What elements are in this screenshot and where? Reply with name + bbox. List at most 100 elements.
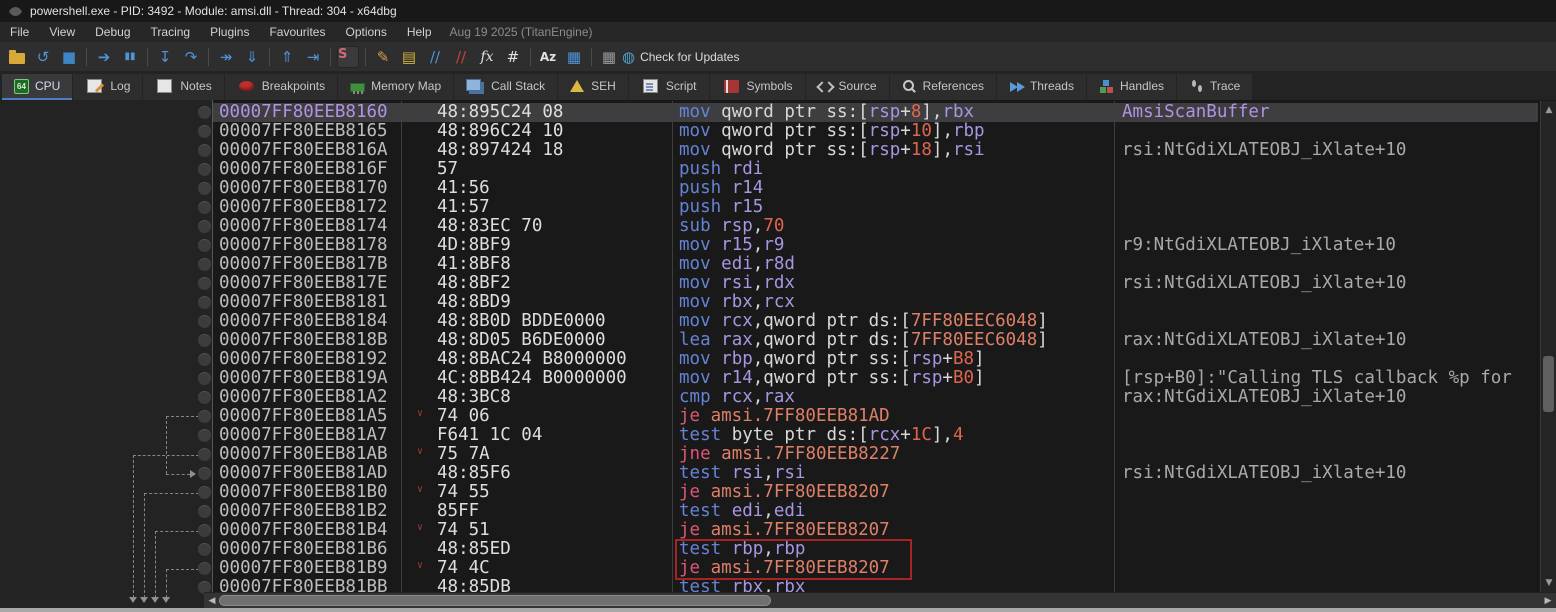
- disasm-row[interactable]: 00007FF80EEB81AD48:85F6test rsi,rsirsi:N…: [213, 464, 1538, 483]
- tab-symbols[interactable]: Symbols: [710, 74, 805, 100]
- tab-handles[interactable]: Handles: [1087, 74, 1176, 100]
- animate-stepping-button[interactable]: S: [335, 45, 361, 69]
- disasm-row[interactable]: 00007FF80EEB816048:895C24 08mov qword pt…: [213, 103, 1538, 122]
- breakpoint-dot[interactable]: [198, 391, 211, 404]
- vertical-scrollbar-thumb[interactable]: [1543, 356, 1554, 412]
- breakpoint-dot[interactable]: [198, 220, 211, 233]
- disasm-row[interactable]: 00007FF80EEB817241:57push r15: [213, 198, 1538, 217]
- tab-breakpoints[interactable]: Breakpoints: [225, 74, 337, 100]
- font-az-button[interactable]: Az: [535, 45, 561, 69]
- breakpoint-dot[interactable]: [198, 543, 211, 556]
- breakpoint-dot[interactable]: [198, 505, 211, 518]
- run-to-user-code-button[interactable]: ⇓: [239, 45, 265, 69]
- breakpoint-dot[interactable]: [198, 144, 211, 157]
- scroll-right-icon[interactable]: ▶: [1541, 593, 1555, 609]
- menu-item-options[interactable]: Options: [335, 22, 396, 42]
- calculator-gray-button[interactable]: ▦: [596, 45, 622, 69]
- column-separator-bytes-disasm[interactable]: [672, 101, 673, 592]
- scroll-down-icon[interactable]: ▼: [1541, 576, 1556, 590]
- disasm-row[interactable]: 00007FF80EEB81A7F641 1C 04test byte ptr …: [213, 426, 1538, 445]
- step-over-button[interactable]: ↷: [178, 45, 204, 69]
- execute-till-return-button[interactable]: ↠: [213, 45, 239, 69]
- tab-trace[interactable]: Trace: [1177, 74, 1252, 100]
- breakpoint-dot[interactable]: [198, 182, 211, 195]
- tab-log[interactable]: Log: [73, 74, 142, 100]
- column-separator-disasm-comment[interactable]: [1114, 101, 1115, 592]
- breakpoint-dot[interactable]: [198, 372, 211, 385]
- menu-item-help[interactable]: Help: [397, 22, 442, 42]
- disasm-row[interactable]: 00007FF80EEB81A248:3BC8cmp rcx,raxrax:Nt…: [213, 388, 1538, 407]
- breakpoint-dot[interactable]: [198, 429, 211, 442]
- disasm-row[interactable]: 00007FF80EEB819A4C:8BB424 B0000000mov r1…: [213, 369, 1538, 388]
- disasm-row[interactable]: 00007FF80EEB816548:896C24 10mov qword pt…: [213, 122, 1538, 141]
- breakpoint-dot[interactable]: [198, 334, 211, 347]
- disasm-row[interactable]: 00007FF80EEB81B4∨74 51je amsi.7FF80EEB82…: [213, 521, 1538, 540]
- vertical-scrollbar[interactable]: ▲ ▼: [1540, 101, 1556, 592]
- scroll-left-icon[interactable]: ◀: [205, 593, 219, 609]
- breakpoint-dot[interactable]: [198, 410, 211, 423]
- disasm-row[interactable]: 00007FF80EEB819248:8BAC24 B8000000mov rb…: [213, 350, 1538, 369]
- tab-notes[interactable]: Notes: [143, 74, 223, 100]
- disasm-row[interactable]: 00007FF80EEB817E48:8BF2mov rsi,rdxrsi:Nt…: [213, 274, 1538, 293]
- assemble-pencil-button[interactable]: ✎: [370, 45, 396, 69]
- disasm-row[interactable]: 00007FF80EEB81A5∨74 06je amsi.7FF80EEB81…: [213, 407, 1538, 426]
- disasm-row[interactable]: 00007FF80EEB81B0∨74 55je amsi.7FF80EEB82…: [213, 483, 1538, 502]
- scroll-up-icon[interactable]: ▲: [1541, 103, 1556, 117]
- tab-threads[interactable]: Threads: [997, 74, 1086, 100]
- breakpoint-dot[interactable]: [198, 125, 211, 138]
- breakpoint-dot[interactable]: [198, 296, 211, 309]
- breakpoint-dot[interactable]: [198, 277, 211, 290]
- disasm-row[interactable]: 00007FF80EEB816F57push rdi: [213, 160, 1538, 179]
- disasm-row[interactable]: 00007FF80EEB81AB∨75 7Ajne amsi.7FF80EEB8…: [213, 445, 1538, 464]
- menu-item-view[interactable]: View: [39, 22, 85, 42]
- run-until-button[interactable]: ⇥: [300, 45, 326, 69]
- tab-memmap[interactable]: Memory Map: [338, 74, 453, 100]
- tab-script[interactable]: Script: [629, 74, 709, 100]
- breakpoint-dot[interactable]: [198, 163, 211, 176]
- disasm-row[interactable]: 00007FF80EEB81B285FFtest edi,edi: [213, 502, 1538, 521]
- close-button[interactable]: ■: [56, 45, 82, 69]
- tab-seh[interactable]: SEH: [558, 74, 628, 100]
- breakpoint-dot[interactable]: [198, 562, 211, 575]
- menu-item-favourites[interactable]: Favourites: [259, 22, 335, 42]
- step-out-button[interactable]: ⇑: [274, 45, 300, 69]
- tab-cpu[interactable]: CPU: [2, 74, 72, 100]
- step-into-button[interactable]: ↧: [152, 45, 178, 69]
- tab-callstack[interactable]: Call Stack: [454, 74, 557, 100]
- disasm-row[interactable]: 00007FF80EEB817041:56push r14: [213, 179, 1538, 198]
- menu-item-debug[interactable]: Debug: [85, 22, 140, 42]
- breakpoint-dot[interactable]: [198, 524, 211, 537]
- run-button[interactable]: ➔: [91, 45, 117, 69]
- compare-red-button[interactable]: ∕∕: [448, 45, 474, 69]
- calculator-blue-button[interactable]: ▦: [561, 45, 587, 69]
- open-file-button[interactable]: [4, 45, 30, 69]
- disasm-row[interactable]: 00007FF80EEB818B48:8D05 B6DE0000lea rax,…: [213, 331, 1538, 350]
- tab-references[interactable]: References: [890, 74, 996, 100]
- patches-button[interactable]: ▤: [396, 45, 422, 69]
- horizontal-scrollbar-thumb[interactable]: [219, 595, 771, 606]
- breakpoint-dot[interactable]: [198, 467, 211, 480]
- breakpoint-dot[interactable]: [198, 258, 211, 271]
- menu-item-tracing[interactable]: Tracing: [141, 22, 201, 42]
- log-hash-button[interactable]: #: [500, 45, 526, 69]
- disasm-row[interactable]: 00007FF80EEB81784D:8BF9mov r15,r9r9:NtGd…: [213, 236, 1538, 255]
- breakpoint-dot[interactable]: [198, 315, 211, 328]
- restart-button[interactable]: ↺: [30, 45, 56, 69]
- disasm-row[interactable]: 00007FF80EEB817448:83EC 70sub rsp,70: [213, 217, 1538, 236]
- pause-button[interactable]: ▮▮: [117, 45, 143, 69]
- compare-blue-button[interactable]: ∕∕: [422, 45, 448, 69]
- tab-source[interactable]: Source: [806, 74, 889, 100]
- breakpoint-dot[interactable]: [198, 448, 211, 461]
- horizontal-scrollbar[interactable]: ◀ ▶: [204, 592, 1556, 608]
- menu-item-file[interactable]: File: [0, 22, 39, 42]
- disasm-row[interactable]: 00007FF80EEB817B41:8BF8mov edi,r8d: [213, 255, 1538, 274]
- breakpoint-dot[interactable]: [198, 106, 211, 119]
- breakpoint-dot[interactable]: [198, 239, 211, 252]
- breakpoint-dot[interactable]: [198, 201, 211, 214]
- column-separator-address-bytes[interactable]: [401, 101, 402, 592]
- breakpoint-dot[interactable]: [198, 486, 211, 499]
- menu-item-plugins[interactable]: Plugins: [200, 22, 259, 42]
- disasm-row[interactable]: 00007FF80EEB816A48:897424 18mov qword pt…: [213, 141, 1538, 160]
- breakpoint-dot[interactable]: [198, 353, 211, 366]
- check-updates-button[interactable]: ◍Check for Updates: [622, 45, 739, 69]
